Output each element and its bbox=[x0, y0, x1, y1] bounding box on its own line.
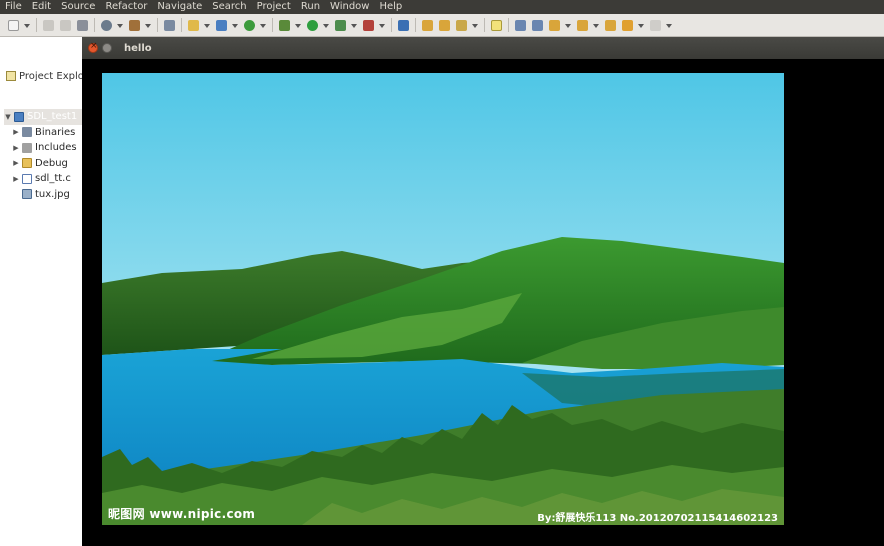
toolbar-separator bbox=[272, 18, 273, 32]
run-icon[interactable] bbox=[307, 19, 318, 31]
open-type-icon[interactable] bbox=[422, 19, 433, 31]
project-explorer-label: Project Explo bbox=[19, 70, 83, 82]
profile-dropdown-icon[interactable] bbox=[351, 22, 358, 29]
next-annotation-dropdown-icon[interactable] bbox=[565, 22, 572, 29]
tree-item-includes[interactable]: ▶ Includes bbox=[4, 140, 82, 156]
toolbar-separator bbox=[157, 18, 158, 32]
menu-run[interactable]: Run bbox=[296, 0, 325, 14]
menu-bar: File Edit Source Refactor Navigate Searc… bbox=[0, 0, 884, 14]
print-icon[interactable] bbox=[77, 19, 88, 31]
tree-item-label: Debug bbox=[35, 157, 68, 169]
project-tree: ▼ SDL_test1 ▶ Binaries ▶ Includes ▶ Debu… bbox=[4, 109, 82, 203]
collapse-icon[interactable]: ▼ bbox=[4, 113, 12, 121]
tree-item-label: SDL_test1 bbox=[27, 111, 78, 123]
refresh-icon[interactable] bbox=[244, 19, 255, 31]
pen-icon[interactable] bbox=[456, 19, 467, 31]
prev-annotation-icon[interactable] bbox=[577, 19, 588, 31]
next-annotation-icon[interactable] bbox=[549, 19, 560, 31]
menu-file[interactable]: File bbox=[0, 0, 27, 14]
tree-item-project[interactable]: ▼ SDL_test1 bbox=[4, 109, 82, 125]
project-explorer-tab[interactable]: Project Explo bbox=[0, 65, 83, 87]
build-config-dropdown-icon[interactable] bbox=[117, 22, 124, 29]
save-icon[interactable] bbox=[43, 19, 54, 31]
hammer-icon[interactable] bbox=[129, 19, 140, 31]
menu-project[interactable]: Project bbox=[252, 0, 296, 14]
tree-item-label: Includes bbox=[35, 142, 77, 154]
binary-icon[interactable] bbox=[164, 19, 175, 31]
tree-item-binaries[interactable]: ▶ Binaries bbox=[4, 125, 82, 141]
new-source-dropdown-icon[interactable] bbox=[232, 22, 239, 29]
project-explorer-icon bbox=[6, 71, 16, 81]
c-file-icon bbox=[22, 173, 32, 184]
landscape-photo: 昵图网 www.nipic.com By:舒展快乐113 No.20120702… bbox=[102, 73, 784, 525]
gear-icon[interactable] bbox=[101, 19, 112, 31]
run-dropdown-icon[interactable] bbox=[323, 22, 330, 29]
tree-item-label: sdl_tt.c bbox=[35, 173, 71, 185]
menu-help[interactable]: Help bbox=[374, 0, 407, 14]
toolbar-separator bbox=[181, 18, 182, 32]
forward-icon[interactable] bbox=[650, 19, 661, 31]
watermark-author: By:舒展快乐113 No.20120702115414602123 bbox=[537, 513, 778, 524]
forward-dropdown-icon[interactable] bbox=[666, 22, 673, 29]
window-title: hello bbox=[124, 42, 152, 54]
folder-icon bbox=[22, 158, 32, 169]
new-source-icon[interactable] bbox=[216, 19, 227, 31]
toggle-breadcrumb-icon[interactable] bbox=[515, 19, 526, 31]
back-dropdown-icon[interactable] bbox=[638, 22, 645, 29]
project-explorer-panel: Project Explo ▼ SDL_test1 ▶ Binaries ▶ I… bbox=[0, 37, 83, 546]
expand-icon[interactable]: ▶ bbox=[12, 128, 20, 136]
build-dropdown-icon[interactable] bbox=[145, 22, 152, 29]
minimize-icon[interactable] bbox=[102, 43, 112, 53]
refresh-dropdown-icon[interactable] bbox=[260, 22, 267, 29]
sdl-window: hello bbox=[82, 37, 884, 546]
show-whitespace-icon[interactable] bbox=[532, 19, 543, 31]
save-all-icon[interactable] bbox=[60, 19, 71, 31]
expand-icon[interactable]: ▶ bbox=[12, 144, 20, 152]
expand-icon[interactable]: ▶ bbox=[12, 175, 20, 183]
includes-icon bbox=[22, 142, 32, 153]
open-folder-icon[interactable] bbox=[439, 19, 450, 31]
toolbar-separator bbox=[94, 18, 95, 32]
last-edit-icon[interactable] bbox=[605, 19, 616, 31]
pen-dropdown-icon[interactable] bbox=[472, 22, 479, 29]
tree-item-sdl-tt-c[interactable]: ▶ sdl_tt.c bbox=[4, 171, 82, 187]
external-tools-icon[interactable] bbox=[363, 19, 374, 31]
menu-navigate[interactable]: Navigate bbox=[152, 0, 207, 14]
search-icon[interactable] bbox=[398, 19, 409, 31]
menu-edit[interactable]: Edit bbox=[27, 0, 56, 14]
menu-window[interactable]: Window bbox=[325, 0, 374, 14]
back-icon[interactable] bbox=[622, 19, 633, 31]
debug-dropdown-icon[interactable] bbox=[295, 22, 302, 29]
toolbar-separator bbox=[508, 18, 509, 32]
highlight-icon[interactable] bbox=[491, 19, 502, 31]
menu-refactor[interactable]: Refactor bbox=[100, 0, 152, 14]
tree-item-tux-jpg[interactable]: tux.jpg bbox=[4, 187, 82, 203]
debug-icon[interactable] bbox=[279, 19, 290, 31]
tree-item-label: Binaries bbox=[35, 126, 76, 138]
menu-search[interactable]: Search bbox=[207, 0, 251, 14]
c-project-icon bbox=[14, 111, 24, 122]
menu-source[interactable]: Source bbox=[56, 0, 100, 14]
toolbar-separator bbox=[484, 18, 485, 32]
toolbar-separator bbox=[36, 18, 37, 32]
toolbar-separator bbox=[415, 18, 416, 32]
binaries-icon bbox=[22, 127, 32, 138]
main-toolbar bbox=[0, 14, 884, 37]
external-tools-dropdown-icon[interactable] bbox=[379, 22, 386, 29]
image-file-icon bbox=[22, 189, 32, 200]
tree-item-label: tux.jpg bbox=[35, 188, 70, 200]
close-icon[interactable] bbox=[88, 41, 98, 53]
new-folder-icon[interactable] bbox=[188, 19, 199, 31]
profile-icon[interactable] bbox=[335, 19, 346, 31]
tree-item-debug[interactable]: ▶ Debug bbox=[4, 156, 82, 172]
window-titlebar[interactable]: hello bbox=[82, 37, 884, 59]
landscape-image bbox=[102, 73, 784, 525]
new-folder-dropdown-icon[interactable] bbox=[204, 22, 211, 29]
watermark-nipic: 昵图网 www.nipic.com bbox=[108, 507, 256, 521]
expand-icon[interactable]: ▶ bbox=[12, 159, 20, 167]
toolbar-separator bbox=[391, 18, 392, 32]
new-icon[interactable] bbox=[8, 19, 19, 31]
new-dropdown-icon[interactable] bbox=[24, 22, 31, 29]
prev-annotation-dropdown-icon[interactable] bbox=[593, 22, 600, 29]
